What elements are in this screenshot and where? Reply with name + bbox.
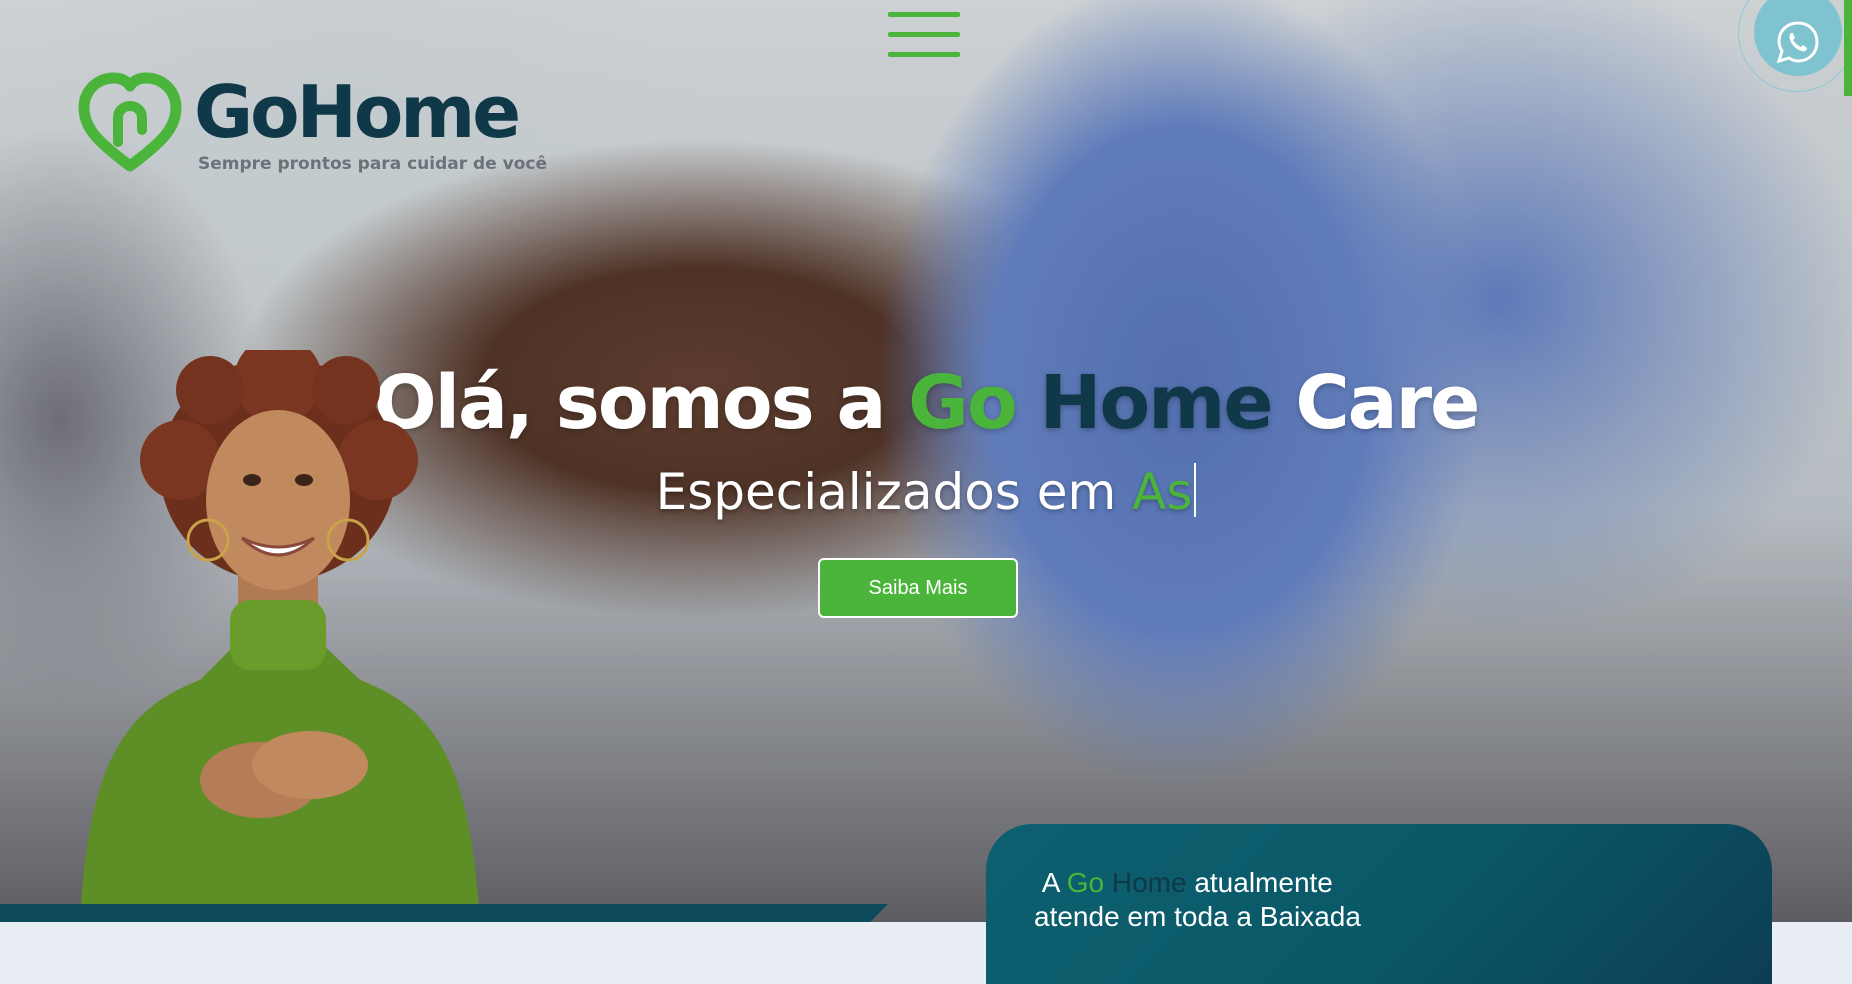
brand-logo[interactable]: GoHome Sempre prontos para cuidar de voc… bbox=[78, 70, 547, 182]
headline-suffix: Care bbox=[1295, 360, 1480, 446]
info-prefix: A bbox=[1041, 867, 1059, 898]
whatsapp-icon bbox=[1776, 21, 1819, 64]
coverage-text: A Go Home atualmente atende em toda a Ba… bbox=[1034, 866, 1361, 934]
menu-bar bbox=[888, 52, 960, 57]
headline-home: Home bbox=[1039, 360, 1274, 446]
scroll-indicator bbox=[1844, 0, 1852, 96]
menu-bar bbox=[888, 32, 960, 37]
info-line2: atende em toda a Baixada bbox=[1034, 901, 1361, 932]
brand-tagline: Sempre prontos para cuidar de você bbox=[198, 154, 548, 174]
hamburger-menu-icon[interactable] bbox=[888, 12, 960, 60]
info-home: Home bbox=[1111, 867, 1187, 898]
subheadline-static: Especializados em bbox=[655, 463, 1117, 521]
menu-bar bbox=[888, 12, 960, 17]
typing-caret bbox=[1194, 463, 1197, 517]
subheadline-typed: As bbox=[1132, 463, 1193, 521]
info-go: Go bbox=[1066, 867, 1105, 898]
saiba-mais-button[interactable]: Saiba Mais bbox=[818, 558, 1018, 618]
brand-name: GoHome bbox=[194, 70, 521, 154]
bottom-accent-band bbox=[0, 904, 888, 922]
coverage-info-card: A Go Home atualmente atende em toda a Ba… bbox=[986, 824, 1772, 984]
smiling-woman-image bbox=[80, 350, 480, 922]
heart-logo-icon bbox=[78, 72, 182, 172]
info-line1-suffix: atualmente bbox=[1194, 867, 1333, 898]
headline-go: Go bbox=[908, 360, 1018, 446]
